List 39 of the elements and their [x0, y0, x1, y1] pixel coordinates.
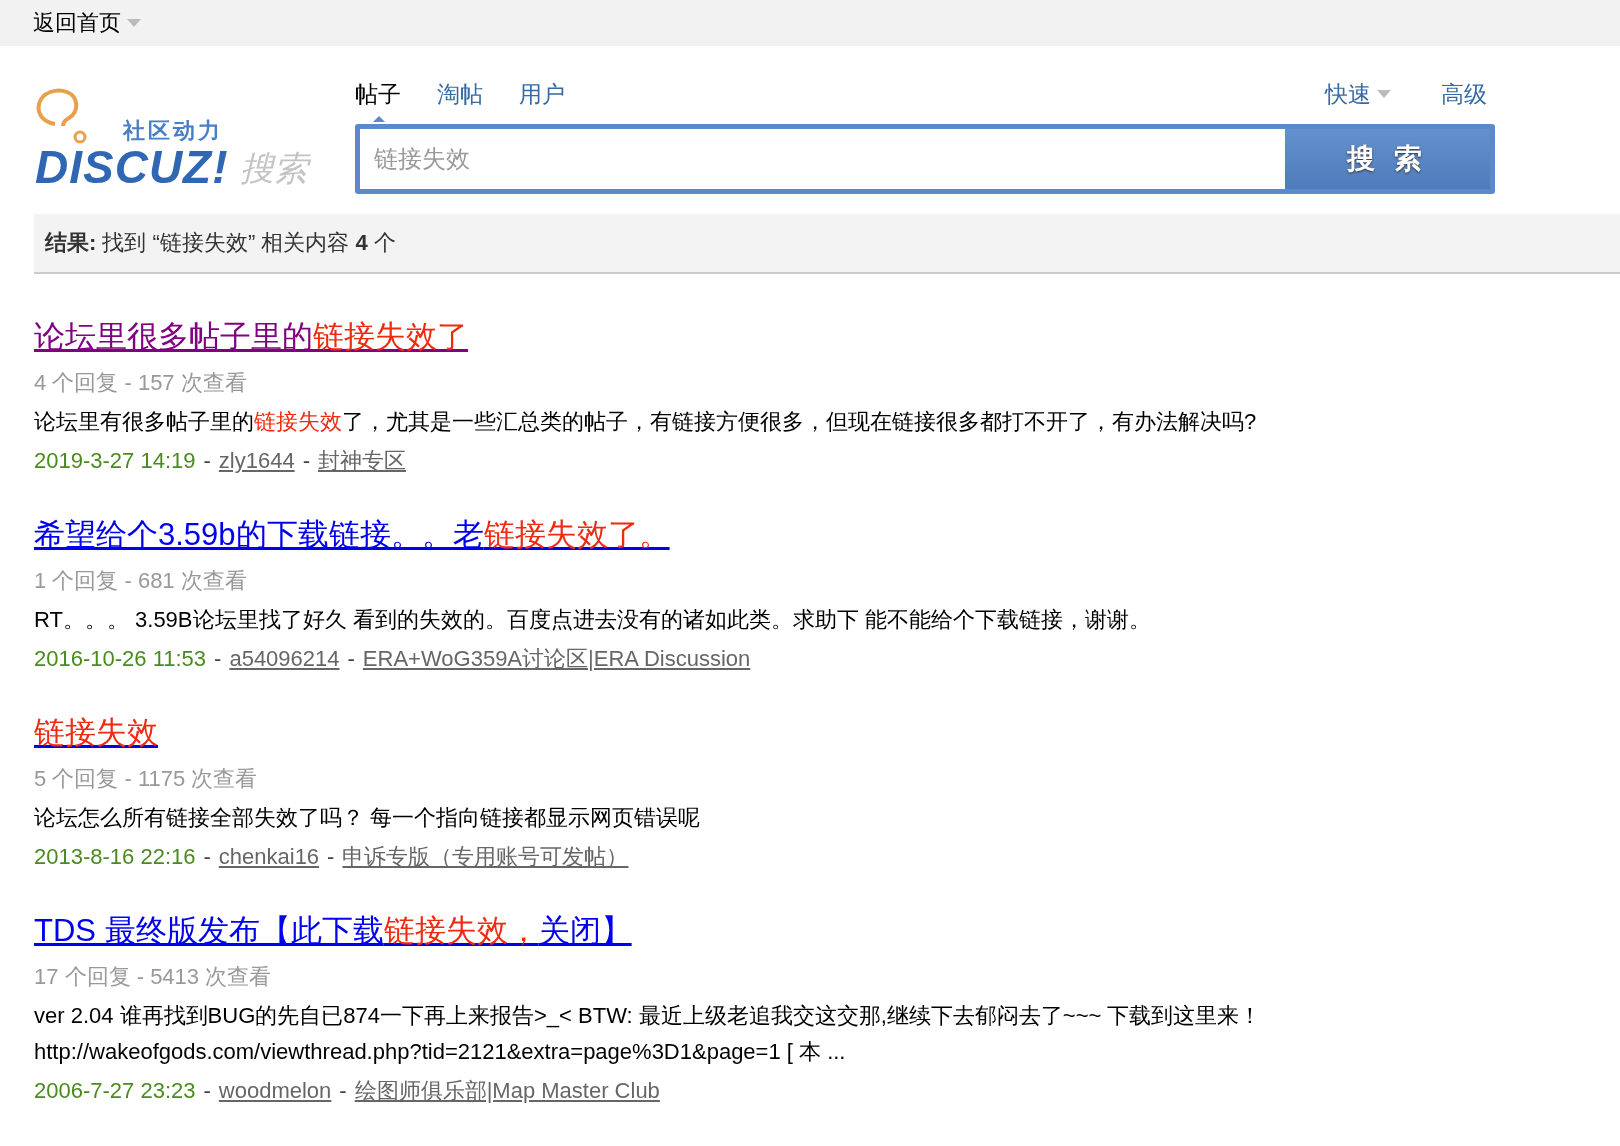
result-snippet: RT。。。 3.59B论坛里找了好久 看到的失效的。百度点进去没有的诸如此类。求助下 能不能给个下载链接，谢谢。 [34, 606, 1152, 634]
advanced-search-link[interactable]: 高级 [1441, 78, 1487, 110]
search-tab[interactable]: 用户 [519, 78, 565, 122]
author-link[interactable]: a54096214 [229, 646, 340, 672]
caret-icon [1377, 90, 1391, 98]
separator: - [203, 844, 211, 870]
separator: - [203, 1078, 211, 1104]
post-date: 2013-8-16 22:16 [34, 844, 196, 870]
author-link[interactable]: zly1644 [218, 448, 295, 474]
separator: - [339, 1078, 347, 1104]
author-link[interactable]: chenkai16 [218, 844, 320, 870]
post-date: 2016-10-26 11:53 [34, 646, 207, 672]
forum-link[interactable]: 申诉专版（专用账号可发帖） [342, 842, 629, 872]
result-stats: 1 个回复 - 681 次查看 [34, 567, 248, 595]
search-button[interactable]: 搜 索 [1285, 129, 1490, 189]
result-snippet: 论坛里有很多帖子里的链接失效了，尤其是一些汇总类的帖子，有链接方便很多，但现在链接很多都打不开了，有办法解决吗? [34, 408, 1258, 436]
post-date: 2019-3-27 14:19 [34, 448, 196, 474]
result-stats: 5 个回复 - 1175 次查看 [34, 765, 259, 793]
forum-link[interactable]: 封神专区 [317, 446, 406, 476]
separator: - [327, 844, 335, 870]
search-tab[interactable]: 帖子 [355, 78, 401, 122]
separator: - [214, 646, 222, 672]
result-stats: 4 个回复 - 157 次查看 [34, 369, 248, 397]
result-snippet: ver 2.04 谁再找到BUG的先自已874一下再上来报告>_< BTW: 最近上级老追我交这交那,继续下去郁闷去了~~~ 下载到这里来！ http://wakeofgods.com/viewthread.php?tid=2121&extra=page%3D1&page=1 [ 本 ... [34, 1002, 1263, 1066]
result-stats: 17 个回复 - 5413 次查看 [34, 963, 273, 991]
author-link[interactable]: woodmelon [218, 1078, 332, 1104]
result-snippet: 论坛怎么所有链接全部失效了吗？ 每一个指向链接都显示网页错误呢 [34, 804, 702, 832]
results-summary: 结果: 找到 “链接失效” 相关内容 4 个 [45, 229, 396, 257]
home-link[interactable]: 返回首页 [33, 8, 141, 38]
forum-link[interactable]: ERA+WoG359A讨论区|ERA Discussion [362, 644, 751, 674]
post-date: 2006-7-27 23:23 [34, 1078, 196, 1104]
quick-search-link[interactable]: 快速 [1325, 78, 1391, 110]
forum-link[interactable]: 绘图师俱乐部|Map Master Club [354, 1076, 660, 1106]
result-title-link[interactable]: 链接失效 [34, 712, 158, 754]
caret-icon [127, 19, 141, 27]
separator: - [302, 448, 310, 474]
separator: - [347, 646, 355, 672]
separator: - [203, 448, 211, 474]
search-tab[interactable]: 淘帖 [437, 78, 483, 122]
